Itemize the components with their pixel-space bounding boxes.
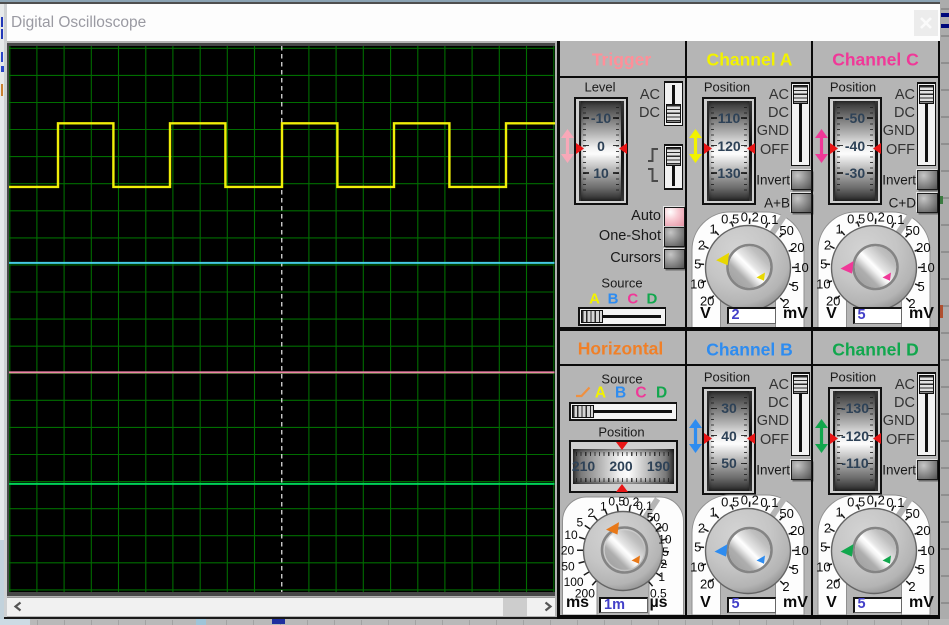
svg-text:2: 2	[908, 579, 915, 594]
svg-text:50: 50	[779, 222, 793, 237]
svg-text:50: 50	[905, 506, 919, 521]
svg-text:10: 10	[690, 276, 704, 291]
svg-text:5: 5	[694, 256, 701, 271]
svg-text:20: 20	[790, 523, 804, 538]
svg-text:5: 5	[791, 562, 798, 577]
svg-text:10: 10	[816, 559, 830, 574]
svg-text:2: 2	[823, 237, 830, 252]
svg-text:50: 50	[779, 506, 793, 521]
svg-text:2: 2	[587, 506, 594, 520]
svg-text:0.5: 0.5	[847, 494, 865, 509]
svg-text:0.5: 0.5	[721, 494, 739, 509]
svg-text:0.2: 0.2	[866, 493, 884, 508]
svg-text:0.2: 0.2	[740, 209, 758, 224]
svg-text:5: 5	[917, 278, 924, 293]
svg-text:10: 10	[816, 276, 830, 291]
svg-text:50: 50	[561, 559, 575, 573]
svg-text:5: 5	[820, 256, 827, 271]
svg-text:20: 20	[916, 240, 930, 255]
svg-text:1: 1	[835, 221, 842, 236]
svg-text:2: 2	[823, 521, 830, 536]
svg-text:5: 5	[576, 515, 583, 529]
svg-text:20: 20	[560, 543, 574, 557]
svg-text:5: 5	[694, 540, 701, 555]
svg-text:20: 20	[699, 577, 713, 592]
svg-text:20: 20	[916, 523, 930, 538]
svg-text:0.2: 0.2	[866, 209, 884, 224]
svg-text:0.1: 0.1	[760, 212, 778, 227]
svg-text:1: 1	[600, 499, 607, 513]
svg-text:2: 2	[697, 237, 704, 252]
svg-text:1: 1	[658, 570, 665, 584]
svg-text:1: 1	[835, 505, 842, 520]
svg-text:1: 1	[709, 505, 716, 520]
svg-text:20: 20	[825, 577, 839, 592]
svg-text:10: 10	[920, 260, 934, 275]
svg-text:0.2: 0.2	[740, 493, 758, 508]
svg-text:0.1: 0.1	[760, 495, 778, 510]
svg-text:50: 50	[905, 222, 919, 237]
svg-text:10: 10	[920, 543, 934, 558]
svg-text:1: 1	[709, 221, 716, 236]
svg-text:5: 5	[917, 562, 924, 577]
svg-text:0.5: 0.5	[847, 211, 865, 226]
svg-text:2: 2	[782, 579, 789, 594]
svg-text:100: 100	[563, 575, 583, 589]
svg-text:2: 2	[660, 557, 667, 571]
svg-text:2: 2	[697, 521, 704, 536]
svg-text:10: 10	[564, 528, 578, 542]
svg-text:5: 5	[820, 540, 827, 555]
svg-text:10: 10	[690, 559, 704, 574]
svg-text:0.5: 0.5	[721, 211, 739, 226]
svg-text:20: 20	[790, 240, 804, 255]
svg-text:0.1: 0.1	[886, 212, 904, 227]
svg-text:5: 5	[791, 278, 798, 293]
svg-text:0.1: 0.1	[886, 495, 904, 510]
